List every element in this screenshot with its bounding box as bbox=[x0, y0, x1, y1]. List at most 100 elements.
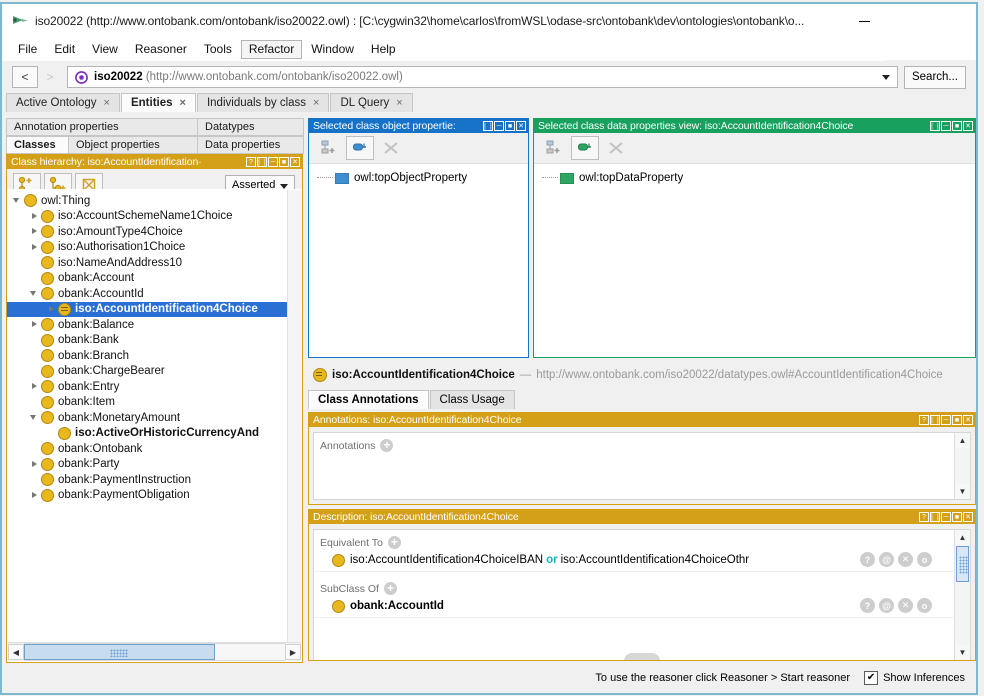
delete-axiom-icon[interactable]: ✕ bbox=[898, 598, 913, 613]
add-axiom-button[interactable]: + bbox=[387, 536, 401, 549]
class-tree[interactable]: owl:Thing iso:AccountSchemeName1Choice iso… bbox=[7, 189, 302, 662]
class-tree-node[interactable]: iso:ActiveOrHistoricCurrencyAnd bbox=[7, 426, 288, 442]
close-icon[interactable]: ✕ bbox=[963, 415, 973, 425]
list-item[interactable]: owl:topObjectProperty bbox=[317, 170, 528, 186]
close-icon[interactable]: ✕ bbox=[963, 512, 973, 522]
expand-arrow-icon[interactable] bbox=[30, 460, 39, 469]
class-tree-node[interactable]: obank:Ontobank bbox=[7, 441, 288, 457]
class-tree-node[interactable]: obank:Balance bbox=[7, 317, 288, 333]
ontology-selector-combobox[interactable]: iso20022 (http://www.ontobank.com/ontoba… bbox=[67, 66, 898, 88]
description-axiom-row[interactable]: iso:AccountIdentification4ChoiceIBAN or … bbox=[314, 549, 954, 572]
subtab-annotation-properties[interactable]: Annotation properties bbox=[6, 118, 198, 136]
add-object-property-icon[interactable] bbox=[346, 136, 374, 160]
class-tree-node[interactable]: iso:NameAndAddress10 bbox=[7, 255, 288, 271]
class-tree-node[interactable]: obank:Item bbox=[7, 395, 288, 411]
scroll-track[interactable] bbox=[24, 643, 285, 661]
maximize-icon[interactable]: ■ bbox=[505, 121, 515, 131]
maximize-icon[interactable]: ■ bbox=[952, 512, 962, 522]
tab-dl-query[interactable]: DL Query × bbox=[330, 93, 413, 112]
annotations-vertical-scrollbar[interactable]: ▲ ▼ bbox=[954, 433, 970, 499]
scroll-thumb[interactable] bbox=[956, 546, 969, 582]
split-icon[interactable]: ❘❘ bbox=[929, 121, 941, 131]
menu-item-refactor[interactable]: Refactor bbox=[240, 39, 303, 59]
subtab-object-properties[interactable]: Object properties bbox=[68, 136, 198, 154]
forward-button[interactable]: > bbox=[38, 66, 62, 88]
help-icon[interactable]: ? bbox=[919, 415, 929, 425]
class-tree-vertical-scrollbar[interactable] bbox=[287, 190, 301, 643]
scroll-down-icon[interactable]: ▼ bbox=[955, 645, 970, 660]
maximize-icon[interactable]: ■ bbox=[952, 415, 962, 425]
scroll-up-icon[interactable]: ▲ bbox=[955, 433, 970, 448]
close-icon[interactable]: ✕ bbox=[516, 121, 526, 131]
class-tree-node[interactable]: obank:PaymentObligation bbox=[7, 488, 288, 504]
class-tree-node[interactable]: obank:Bank bbox=[7, 333, 288, 349]
close-icon[interactable]: ✕ bbox=[290, 157, 300, 167]
minimize-icon[interactable]: ─ bbox=[941, 415, 951, 425]
description-vertical-scrollbar[interactable]: ▲ ▼ bbox=[954, 530, 970, 660]
expand-arrow-icon[interactable] bbox=[30, 243, 39, 252]
scroll-up-icon[interactable]: ▲ bbox=[955, 530, 970, 545]
maximize-icon[interactable]: ■ bbox=[279, 157, 289, 167]
tab-individuals-by-class[interactable]: Individuals by class × bbox=[196, 93, 330, 112]
class-tree-node[interactable]: obank:ChargeBearer bbox=[7, 364, 288, 380]
class-tree-node[interactable]: iso:AccountSchemeName1Choice bbox=[7, 209, 288, 225]
show-inferences-checkbox[interactable]: ✔ bbox=[864, 671, 879, 685]
class-tree-node[interactable]: obank:Branch bbox=[7, 348, 288, 364]
add-axiom-button[interactable]: + bbox=[383, 582, 397, 595]
menu-item-file[interactable]: File bbox=[10, 40, 45, 59]
minimize-icon[interactable]: ─ bbox=[268, 157, 278, 167]
expand-arrow-icon[interactable] bbox=[30, 382, 39, 391]
help-icon[interactable]: ? bbox=[246, 157, 256, 167]
close-icon[interactable]: × bbox=[180, 97, 186, 109]
class-tree-node[interactable]: obank:Entry bbox=[7, 379, 288, 395]
tab-active-ontology[interactable]: Active Ontology × bbox=[6, 93, 120, 112]
add-sub-data-property-icon[interactable] bbox=[540, 136, 568, 160]
expand-arrow-icon[interactable] bbox=[30, 212, 39, 221]
collapse-arrow-icon[interactable] bbox=[30, 413, 39, 422]
scroll-thumb[interactable] bbox=[24, 644, 215, 660]
class-tree-node[interactable]: obank:Party bbox=[7, 457, 288, 473]
annotate-axiom-icon[interactable]: @ bbox=[879, 598, 894, 613]
menu-item-reasoner[interactable]: Reasoner bbox=[127, 40, 195, 59]
search-button[interactable]: Search... bbox=[904, 65, 966, 89]
class-tree-node[interactable]: iso:AmountType4Choice bbox=[7, 224, 288, 240]
scroll-left-icon[interactable]: ◀ bbox=[8, 644, 24, 660]
scroll-down-icon[interactable]: ▼ bbox=[955, 484, 970, 499]
class-tree-node[interactable]: obank:MonetaryAmount bbox=[7, 410, 288, 426]
split-icon[interactable]: ❘❘ bbox=[929, 415, 941, 425]
remove-data-property-icon[interactable] bbox=[602, 136, 630, 160]
delete-axiom-icon[interactable]: ✕ bbox=[898, 552, 913, 567]
class-tree-node[interactable]: iso:Authorisation1Choice bbox=[7, 240, 288, 256]
menu-item-edit[interactable]: Edit bbox=[46, 40, 83, 59]
description-axiom-row[interactable]: obank:AccountId ? @ ✕ o bbox=[314, 595, 954, 618]
add-annotation-button[interactable]: + bbox=[380, 439, 394, 452]
minimize-icon[interactable]: ─ bbox=[941, 121, 951, 131]
close-icon[interactable]: × bbox=[313, 97, 319, 109]
menu-item-view[interactable]: View bbox=[84, 40, 126, 59]
back-button[interactable]: < bbox=[12, 66, 38, 88]
class-tree-node[interactable]: obank:AccountId bbox=[7, 286, 288, 302]
expand-arrow-icon[interactable] bbox=[30, 320, 39, 329]
menu-item-window[interactable]: Window bbox=[303, 40, 362, 59]
class-tree-node[interactable]: obank:PaymentInstruction bbox=[7, 472, 288, 488]
object-properties-list[interactable]: owl:topObjectProperty bbox=[309, 164, 528, 186]
edit-axiom-icon[interactable]: o bbox=[917, 552, 932, 567]
tab-class-annotations[interactable]: Class Annotations bbox=[308, 390, 429, 409]
edit-axiom-icon[interactable]: o bbox=[917, 598, 932, 613]
close-icon[interactable]: ✕ bbox=[963, 121, 973, 131]
class-tree-node[interactable]: obank:Account bbox=[7, 271, 288, 287]
expand-arrow-icon[interactable] bbox=[30, 227, 39, 236]
explain-axiom-icon[interactable]: ? bbox=[860, 598, 875, 613]
expand-arrow-icon[interactable] bbox=[47, 305, 56, 314]
class-tree-node[interactable]: owl:Thing bbox=[7, 193, 288, 209]
minimize-icon[interactable]: ─ bbox=[494, 121, 504, 131]
subtab-data-properties[interactable]: Data properties bbox=[197, 136, 304, 154]
close-icon[interactable]: × bbox=[104, 97, 110, 109]
split-icon[interactable]: ❘❘ bbox=[929, 512, 941, 522]
collapse-arrow-icon[interactable] bbox=[30, 289, 39, 298]
scroll-right-icon[interactable]: ▶ bbox=[285, 644, 301, 660]
class-tree-node[interactable]: iso:AccountIdentification4Choice bbox=[7, 301, 288, 317]
chevron-down-icon[interactable] bbox=[882, 75, 890, 80]
tab-class-usage[interactable]: Class Usage bbox=[429, 390, 515, 409]
split-icon[interactable]: ❘❘ bbox=[256, 157, 268, 167]
